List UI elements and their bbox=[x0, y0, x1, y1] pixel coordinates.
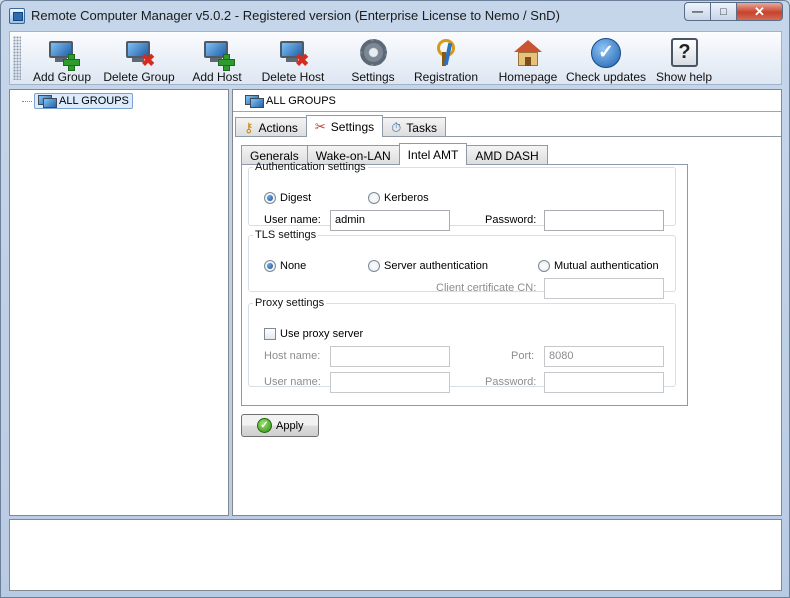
intel-amt-page: Authentication settings Digest Kerberos … bbox=[241, 161, 688, 406]
tls-none-label: None bbox=[280, 260, 307, 272]
proxy-password-field[interactable] bbox=[544, 372, 664, 393]
homepage-button[interactable]: Homepage bbox=[498, 32, 558, 84]
proxy-port-field[interactable]: 8080 bbox=[544, 346, 664, 367]
auth-settings-legend: Authentication settings bbox=[255, 161, 366, 173]
settings-label: Settings bbox=[351, 70, 395, 84]
delete-group-label: Delete Group bbox=[103, 70, 175, 84]
check-icon: ✓ bbox=[590, 37, 622, 69]
tls-none-radio[interactable]: None bbox=[264, 260, 306, 272]
tools-icon: ✂ bbox=[314, 118, 326, 134]
stopwatch-icon: ⏱ bbox=[391, 119, 402, 135]
show-help-label: Show help bbox=[655, 70, 713, 84]
tls-settings-legend: TLS settings bbox=[255, 229, 317, 241]
add-group-label: Add Group bbox=[32, 70, 92, 84]
apply-check-icon: ✓ bbox=[257, 418, 272, 433]
client-cn-field[interactable] bbox=[544, 278, 664, 299]
add-group-button[interactable]: Add Group bbox=[32, 32, 92, 84]
auth-password-field[interactable] bbox=[544, 210, 664, 231]
gear-icon bbox=[357, 37, 389, 69]
delete-group-icon: ✖ bbox=[123, 37, 155, 69]
proxy-host-label: Host name: bbox=[264, 350, 321, 362]
maximize-button[interactable]: □ bbox=[711, 2, 737, 21]
show-help-button[interactable]: ? Show help bbox=[656, 32, 712, 84]
key-icon: ⚷ bbox=[244, 119, 254, 135]
tab-tasks[interactable]: ⏱ Tasks bbox=[382, 117, 446, 137]
proxy-password-label: Password: bbox=[485, 376, 537, 388]
window-controls: — □ ✕ bbox=[684, 2, 783, 21]
settings-button[interactable]: Settings bbox=[346, 32, 400, 84]
delete-host-icon: ✖ bbox=[277, 37, 309, 69]
tab-tasks-label: Tasks bbox=[406, 120, 437, 135]
tree-item-all-groups[interactable]: ALL GROUPS bbox=[22, 93, 133, 109]
homepage-label: Homepage bbox=[498, 70, 558, 84]
kerberos-radio-button[interactable] bbox=[368, 192, 380, 204]
registration-label: Registration bbox=[413, 70, 479, 84]
proxy-username-label: User name: bbox=[264, 376, 321, 388]
auth-password-label: Password: bbox=[485, 214, 537, 226]
check-updates-label: Check updates bbox=[565, 70, 647, 84]
tree-node-selected[interactable]: ALL GROUPS bbox=[34, 93, 133, 109]
auth-username-label: User name: bbox=[264, 214, 321, 226]
proxy-username-field[interactable] bbox=[330, 372, 450, 393]
add-host-label: Add Host bbox=[192, 70, 242, 84]
auth-username-field[interactable]: admin bbox=[330, 210, 450, 231]
tab-settings-label: Settings bbox=[330, 119, 375, 134]
apply-button[interactable]: ✓ Apply bbox=[241, 414, 319, 437]
proxy-port-label: Port: bbox=[511, 350, 535, 362]
delete-host-button[interactable]: ✖ Delete Host bbox=[261, 32, 325, 84]
digest-label: Digest bbox=[280, 192, 312, 204]
help-icon: ? bbox=[668, 37, 700, 69]
tls-server-radio[interactable]: Server authentication bbox=[368, 260, 488, 272]
app-icon bbox=[9, 8, 25, 24]
add-host-icon bbox=[201, 37, 235, 71]
digest-radio-button[interactable] bbox=[264, 192, 276, 204]
tree-item-label: ALL GROUPS bbox=[59, 95, 129, 107]
proxy-settings-legend: Proxy settings bbox=[255, 297, 325, 309]
registration-button[interactable]: Registration bbox=[414, 32, 478, 84]
computers-icon bbox=[38, 95, 57, 108]
kerberos-label: Kerberos bbox=[384, 192, 429, 204]
tls-mutual-radio-button[interactable] bbox=[538, 260, 550, 272]
keys-icon bbox=[430, 37, 462, 69]
use-proxy-checkbox-box[interactable] bbox=[264, 328, 276, 340]
subtab-intel-amt[interactable]: Intel AMT bbox=[398, 143, 468, 165]
toolbar: Add Group ✖ Delete Group Add Host ✖ Dele… bbox=[9, 31, 782, 85]
group-header: ALL GROUPS bbox=[233, 90, 781, 112]
check-updates-button[interactable]: ✓ Check updates bbox=[565, 32, 647, 84]
tls-mutual-radio[interactable]: Mutual authentication bbox=[538, 260, 659, 272]
apply-label: Apply bbox=[276, 419, 304, 432]
group-header-label: ALL GROUPS bbox=[266, 94, 336, 107]
app-window: Remote Computer Manager v5.0.2 - Registe… bbox=[0, 0, 790, 598]
add-group-icon bbox=[46, 37, 80, 71]
window-title: Remote Computer Manager v5.0.2 - Registe… bbox=[31, 8, 560, 23]
use-proxy-checkbox[interactable]: Use proxy server bbox=[264, 328, 363, 340]
kerberos-radio[interactable]: Kerberos bbox=[368, 192, 429, 204]
tree-connector bbox=[22, 100, 32, 102]
tab-actions-label: Actions bbox=[258, 120, 298, 135]
delete-host-label: Delete Host bbox=[261, 70, 325, 84]
client-cn-label: Client certificate CN: bbox=[436, 282, 537, 294]
group-tree: ALL GROUPS bbox=[9, 89, 229, 516]
tls-none-radio-button[interactable] bbox=[264, 260, 276, 272]
tab-settings[interactable]: ✂ Settings bbox=[305, 115, 384, 137]
delete-group-button[interactable]: ✖ Delete Group bbox=[103, 32, 175, 84]
main-panel: ALL GROUPS ⚷ Actions ✂ Settings ⏱ Tasks … bbox=[232, 89, 782, 516]
tls-server-label: Server authentication bbox=[384, 260, 488, 272]
main-tabs: ⚷ Actions ✂ Settings ⏱ Tasks bbox=[235, 115, 446, 137]
add-host-button[interactable]: Add Host bbox=[190, 32, 244, 84]
log-panel bbox=[9, 519, 782, 591]
computers-icon bbox=[245, 94, 264, 108]
use-proxy-label: Use proxy server bbox=[280, 328, 364, 340]
tls-server-radio-button[interactable] bbox=[368, 260, 380, 272]
title-bar: Remote Computer Manager v5.0.2 - Registe… bbox=[1, 1, 789, 31]
tab-actions[interactable]: ⚷ Actions bbox=[235, 117, 307, 137]
house-icon bbox=[512, 37, 544, 69]
proxy-host-field[interactable] bbox=[330, 346, 450, 367]
digest-radio[interactable]: Digest bbox=[264, 192, 311, 204]
tls-mutual-label: Mutual authentication bbox=[554, 260, 659, 272]
close-button[interactable]: ✕ bbox=[737, 2, 783, 21]
toolbar-grip[interactable] bbox=[13, 36, 21, 80]
minimize-button[interactable]: — bbox=[684, 2, 711, 21]
